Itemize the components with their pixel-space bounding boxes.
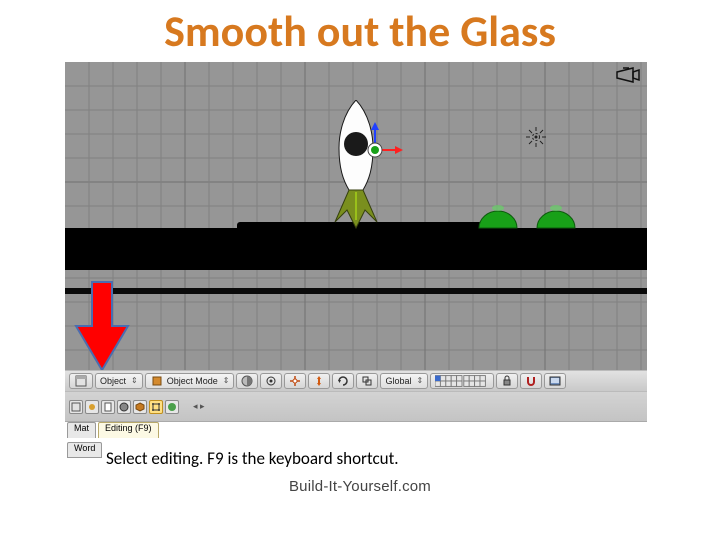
chevron-updown-icon: ⇕ [131,378,138,384]
translate-icon[interactable] [308,373,330,389]
view3d-header: Object ⇕ Object Mode ⇕ Global ⇕ [65,370,647,392]
mode-label: Object Mode [167,376,218,386]
lamp-icon [525,126,547,148]
slide-footer: Build-It-Yourself.com [0,478,720,495]
floor-shadow [65,288,647,294]
slide-caption: Select editing. F9 is the keyboard short… [106,448,399,469]
view-menu-label: Object [100,376,126,386]
tab-mat[interactable]: Mat [67,422,96,438]
render-icon[interactable] [544,373,566,389]
context-editing-icon[interactable] [149,400,163,414]
orientation-label: Global [385,376,411,386]
object-mode-icon [150,374,164,388]
rotate-icon[interactable] [332,373,354,389]
tab-word-row: Word [67,438,102,458]
floor-band [65,228,647,270]
orientation-select[interactable]: Global ⇕ [380,373,428,389]
chevron-updown-icon: ⇕ [416,378,423,384]
dome-object-a [477,192,519,230]
lock-icon[interactable] [496,373,518,389]
context-script-icon[interactable] [101,400,115,414]
chevron-updown-icon: ⇕ [223,378,230,384]
editor-type-icon[interactable] [69,400,83,414]
panel-tabs: Mat Editing (F9) [65,422,647,438]
buttons-window-header: ◂ ▸ [65,392,647,422]
tooltip-editing: Editing (F9) [98,422,159,438]
callout-arrow [72,278,132,374]
camera-icon [615,64,641,86]
context-logic-icon[interactable] [85,400,99,414]
dome-object-b [535,192,577,230]
snap-icon[interactable] [520,373,542,389]
context-scene-icon[interactable] [165,400,179,414]
manipulator-toggle-icon[interactable] [284,373,306,389]
tab-word[interactable]: Word [67,442,102,458]
scale-icon[interactable] [356,373,378,389]
mode-select[interactable]: Object Mode ⇕ [145,373,235,389]
context-object-icon[interactable] [133,400,147,414]
layers-widget[interactable] [430,373,494,389]
gizmo-3d[interactable] [347,122,403,178]
view-menu[interactable]: Object ⇕ [95,373,143,389]
slide-title: Smooth out the Glass [0,4,720,58]
editor-type-icon[interactable] [69,373,93,389]
pivot-icon[interactable] [260,373,282,389]
viewport-3d[interactable] [65,62,647,370]
frame-nav-icon[interactable]: ◂ ▸ [193,401,205,412]
context-shading-icon[interactable] [117,400,131,414]
shading-icon[interactable] [236,373,258,389]
